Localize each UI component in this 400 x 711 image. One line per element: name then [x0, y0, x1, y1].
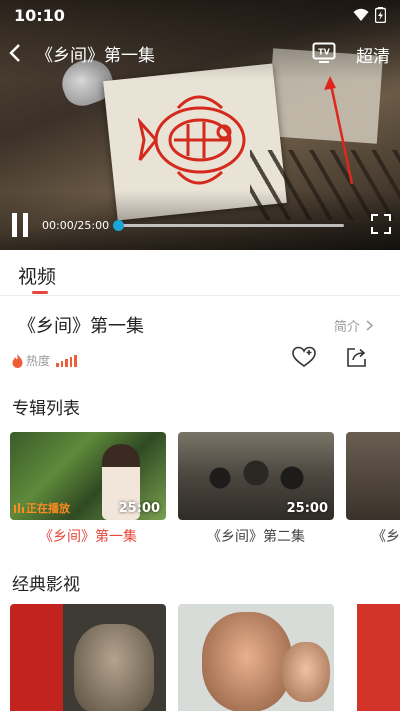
total-time: /25:00: [73, 219, 110, 232]
classic-poster[interactable]: [178, 604, 334, 711]
status-bar: 10:10: [0, 0, 400, 30]
progress-bar[interactable]: [113, 220, 344, 231]
playing-bars-icon: [14, 503, 24, 513]
status-icons: [353, 7, 386, 23]
classic-poster[interactable]: [10, 604, 166, 711]
album-item-thumbnail[interactable]: 正在播放 25:00: [10, 432, 166, 520]
fullscreen-button[interactable]: [370, 213, 392, 235]
poster-face: [74, 624, 154, 711]
player-bottom-bar: 00:00/25:00: [0, 205, 400, 245]
papercut-fish-image: [138, 95, 246, 185]
tab-active-indicator: [32, 291, 48, 294]
flame-icon: [12, 353, 23, 368]
album-item-caption[interactable]: 《乡间》第二集: [178, 526, 334, 546]
current-time: 00:00: [42, 219, 74, 232]
intro-link[interactable]: 简介: [334, 316, 374, 335]
quality-button[interactable]: 超清: [356, 42, 390, 67]
heat-label: 热度: [26, 354, 51, 368]
poster-face: [202, 612, 292, 711]
progress-thumb[interactable]: [113, 220, 124, 231]
intro-label: 简介: [334, 320, 361, 335]
episode-title: 《乡间》第一集: [18, 316, 144, 337]
heat-indicator: 热度: [12, 352, 77, 369]
fullscreen-icon: [371, 214, 391, 234]
heart-plus-icon: [292, 346, 316, 367]
album-item-caption[interactable]: 《乡间》第一集: [10, 526, 166, 546]
playback-time: 00:00/25:00: [42, 219, 109, 232]
red-arrow-annotation: [324, 76, 354, 185]
album-item-caption[interactable]: 《乡: [372, 526, 400, 546]
share-icon: [347, 348, 366, 367]
status-time: 10:10: [14, 5, 65, 25]
player-top-bar: 《乡间》第一集 TV 超清: [0, 36, 400, 70]
now-playing-badge: 正在播放: [14, 500, 70, 516]
share-button[interactable]: [346, 346, 368, 368]
pause-icon-bar: [23, 213, 28, 237]
tab-video[interactable]: 视频: [18, 262, 56, 289]
album-item-thumbnail[interactable]: 25:00: [178, 432, 334, 520]
pause-icon: [12, 213, 17, 237]
video-player[interactable]: 10:10 《乡间》第一集 TV 超清 00:00/25:00: [0, 0, 400, 250]
tab-bar: 视频: [0, 250, 400, 296]
tv-cast-icon: TV: [312, 42, 336, 63]
chevron-right-icon: [366, 320, 374, 331]
pause-button[interactable]: [12, 213, 34, 237]
poster-face-secondary: [282, 642, 330, 702]
now-playing-label: 正在播放: [26, 502, 70, 515]
back-button[interactable]: [0, 36, 30, 70]
svg-text:TV: TV: [318, 48, 330, 57]
player-title: 《乡间》第一集: [36, 45, 155, 66]
battery-icon: [375, 7, 386, 23]
album-item-duration: 25:00: [286, 501, 328, 516]
album-section-title: 专辑列表: [12, 399, 80, 419]
album-item-duration: 25:00: [118, 501, 160, 516]
heat-level-bars: [56, 354, 77, 367]
tv-cast-button[interactable]: TV: [312, 42, 336, 64]
favorite-button[interactable]: [292, 346, 316, 368]
wifi-icon: [353, 8, 369, 21]
back-icon: [9, 44, 20, 62]
album-item-thumbnail[interactable]: [346, 432, 400, 520]
classic-poster[interactable]: [346, 604, 400, 711]
classics-section-title: 经典影视: [12, 575, 80, 595]
